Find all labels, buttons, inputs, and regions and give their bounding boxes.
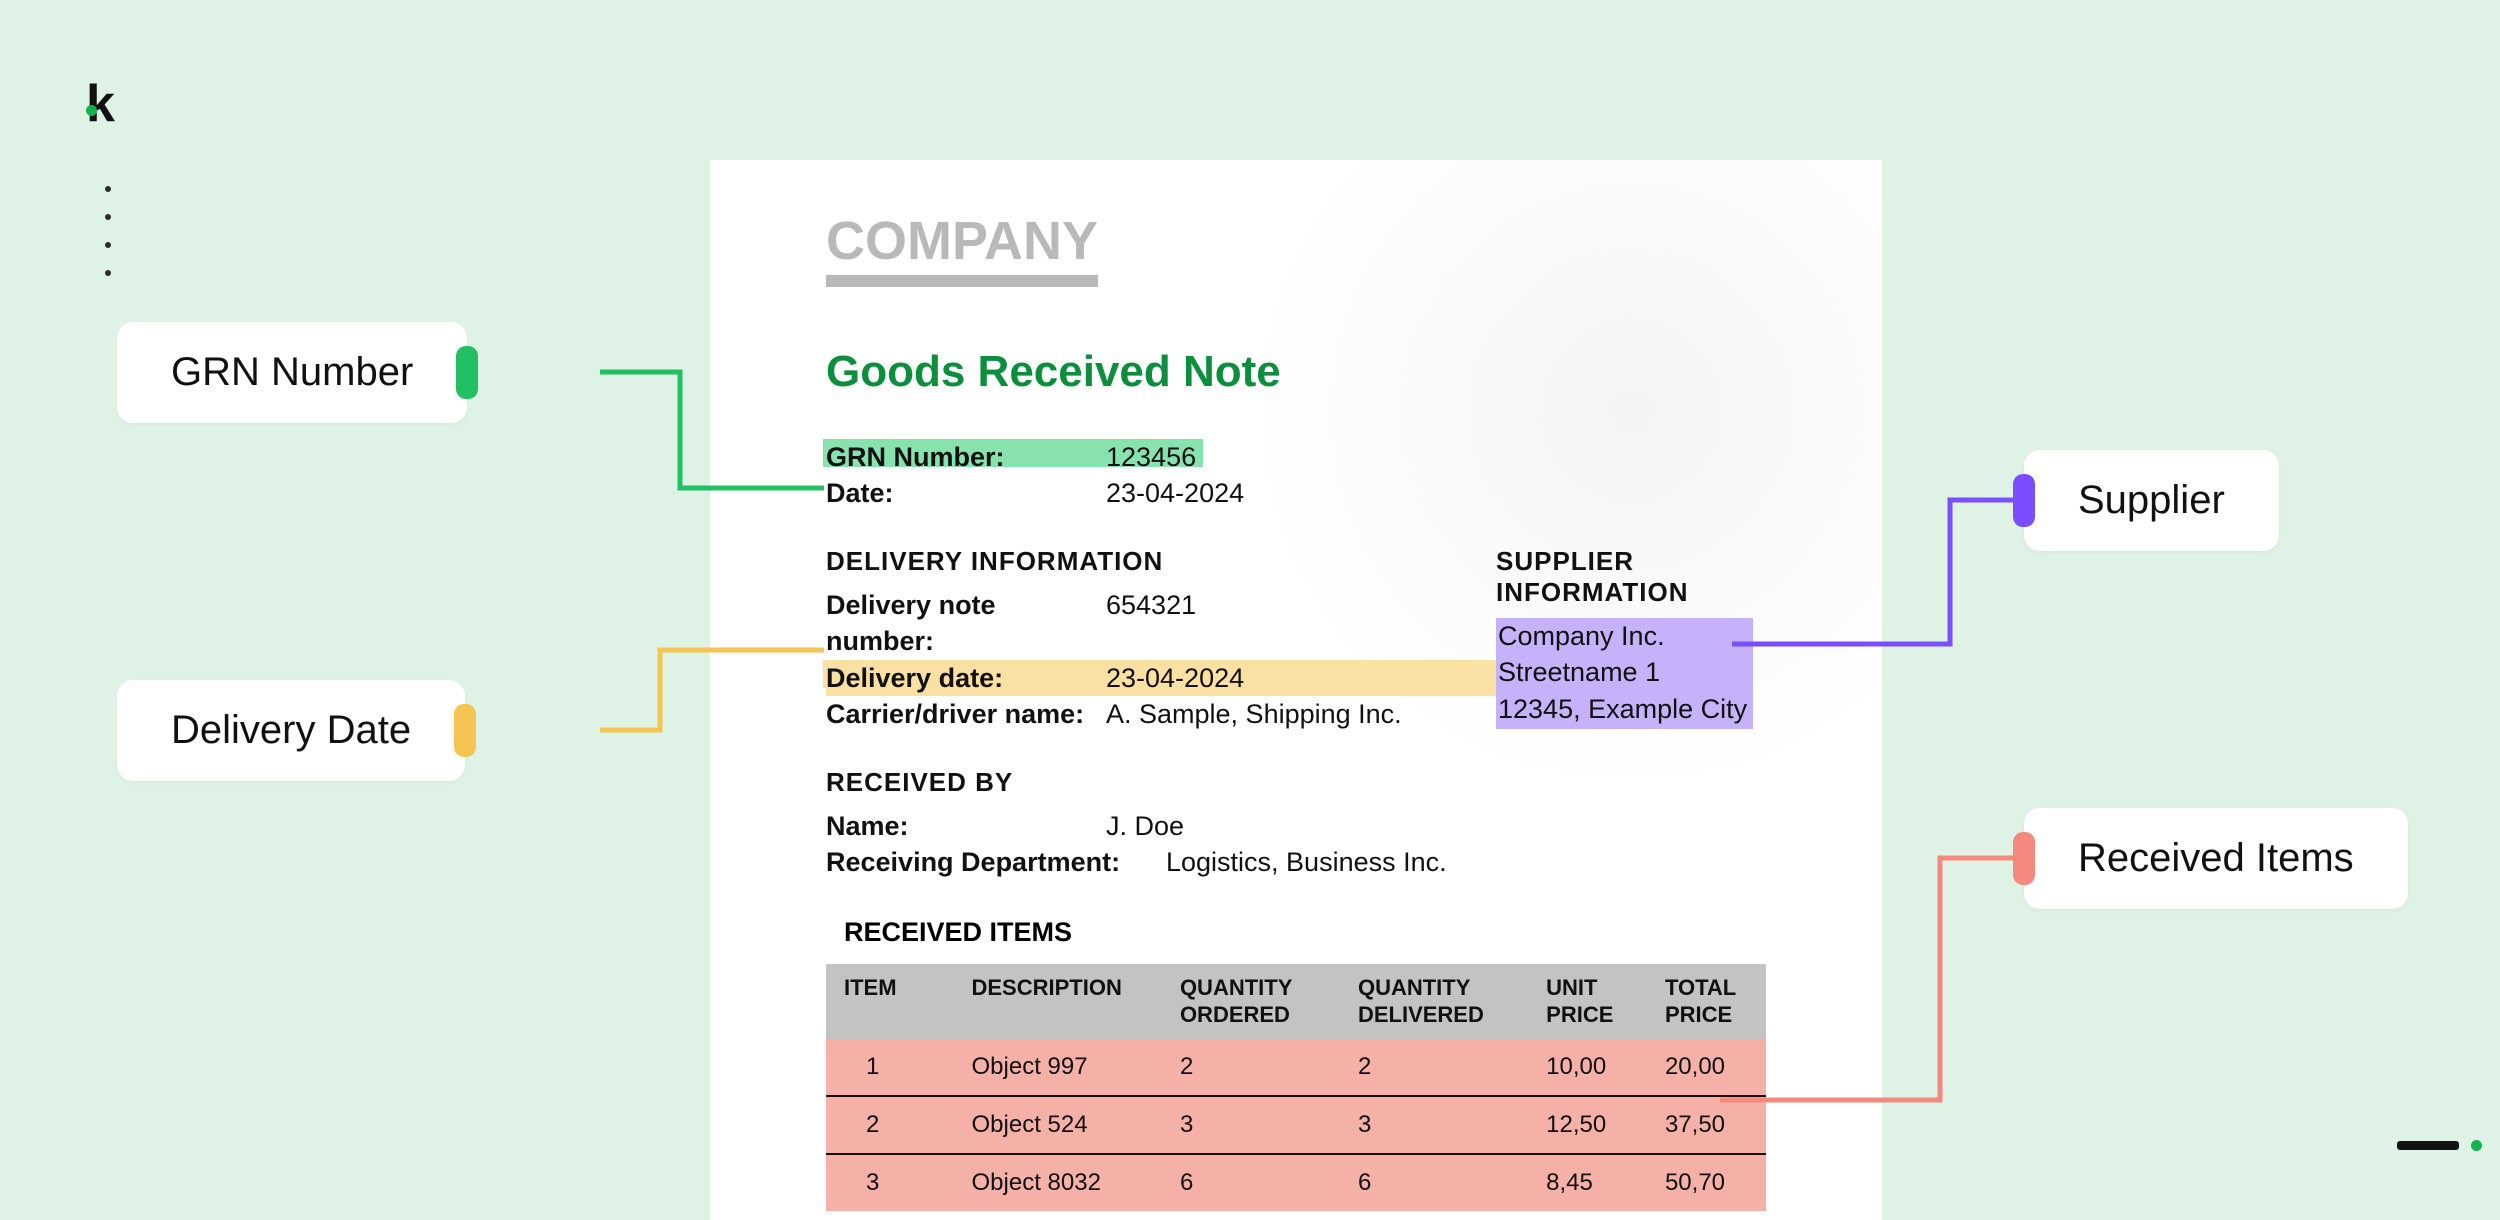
date-label: Date: [826, 475, 1106, 511]
decorative-dots-icon [105, 186, 111, 276]
table-row: 2Object 5243312,5037,50 [826, 1096, 1766, 1154]
delivery-date-label: Delivery date: [826, 660, 1106, 696]
delivery-date-value: 23-04-2024 [1106, 660, 1496, 696]
supplier-block: Company Inc. Streetname 1 12345, Example… [1496, 618, 1753, 729]
grn-number-label: GRN Number: [826, 439, 1106, 475]
document-sheet: COMPANY Goods Received Note GRN Number: … [710, 160, 1882, 1220]
col-qty-ordered: QUANTITYORDERED [1162, 964, 1340, 1039]
callout-grn-number: GRN Number [117, 322, 467, 423]
items-table: ITEM DESCRIPTION QUANTITYORDERED QUANTIT… [826, 964, 1766, 1211]
supplier-line2: Streetname 1 [1498, 654, 1747, 690]
supplier-line3: 12345, Example City [1498, 691, 1747, 727]
delivery-info-heading: DELIVERY INFORMATION [826, 546, 1496, 577]
carrier-value: A. Sample, Shipping Inc. [1106, 696, 1496, 732]
table-row: 3Object 8032668,4550,70 [826, 1154, 1766, 1211]
supplier-info-heading: SUPPLIER INFORMATION [1496, 546, 1812, 608]
received-by-heading: RECEIVED BY [826, 767, 1812, 798]
supplier-line1: Company Inc. [1498, 618, 1747, 654]
carrier-label: Carrier/driver name: [826, 696, 1126, 732]
callout-delivery-date: Delivery Date [117, 680, 465, 781]
received-items-heading: RECEIVED ITEMS [844, 917, 1812, 948]
col-unit-price: UNITPRICE [1528, 964, 1647, 1039]
date-value: 23-04-2024 [1106, 475, 1812, 511]
col-total-price: TOTALPRICE [1647, 964, 1766, 1039]
brand-logo: k [86, 78, 111, 130]
col-description: DESCRIPTION [954, 964, 1162, 1039]
callout-received-items: Received Items [2024, 808, 2408, 909]
table-row: 1Object 9972210,0020,00 [826, 1039, 1766, 1096]
delivery-note-label: Delivery note number: [826, 587, 1106, 660]
received-name-value: J. Doe [1106, 808, 1812, 844]
received-dept-value: Logistics, Business Inc. [1166, 844, 1812, 880]
grn-number-value: 123456 [1106, 439, 1812, 475]
delivery-note-value: 654321 [1106, 587, 1496, 660]
decorative-dash-icon [2397, 1140, 2482, 1151]
company-wordmark: COMPANY [826, 210, 1098, 287]
col-qty-delivered: QUANTITYDELIVERED [1340, 964, 1528, 1039]
col-item: ITEM [826, 964, 954, 1039]
document-title: Goods Received Note [826, 347, 1812, 397]
received-name-label: Name: [826, 808, 1106, 844]
callout-supplier: Supplier [2024, 450, 2279, 551]
received-dept-label: Receiving Department: [826, 844, 1166, 880]
